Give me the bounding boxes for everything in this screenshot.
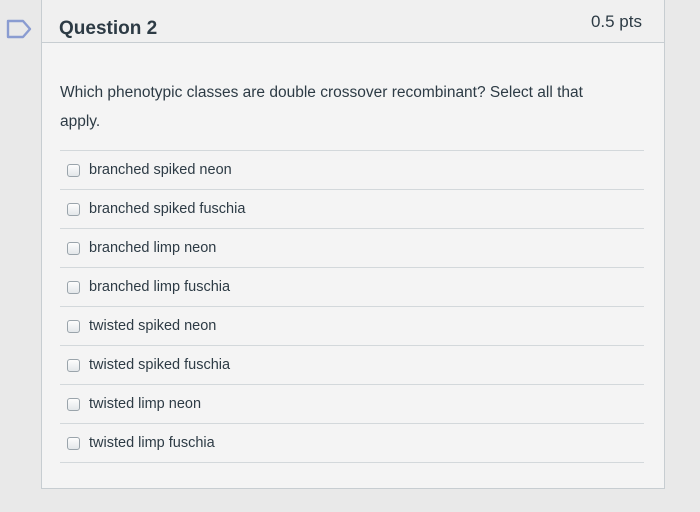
checkbox[interactable]: [67, 163, 80, 177]
checkbox[interactable]: [67, 358, 80, 372]
checkbox[interactable]: [67, 202, 80, 216]
answer-label: twisted spiked neon: [89, 318, 217, 334]
answer-label: twisted spiked fuschia: [89, 357, 231, 373]
checkbox[interactable]: [67, 241, 80, 255]
answer-option[interactable]: branched limp neon: [60, 229, 644, 268]
answer-list: branched spiked neon branched spiked fus…: [60, 150, 644, 463]
question-card: Question 2 0.5 pts Which phenotypic clas…: [41, 0, 665, 489]
answer-option[interactable]: branched spiked neon: [60, 151, 644, 190]
answer-label: twisted limp fuschia: [89, 435, 215, 451]
answer-label: branched limp neon: [89, 240, 217, 256]
checkbox[interactable]: [67, 397, 80, 411]
question-text: Which phenotypic classes are double cros…: [60, 84, 583, 130]
answer-option[interactable]: branched limp fuschia: [60, 268, 644, 307]
checkbox[interactable]: [67, 319, 80, 333]
answer-option[interactable]: twisted spiked neon: [60, 307, 644, 346]
checkbox[interactable]: [67, 280, 80, 294]
question-points: 0.5 pts: [590, 12, 642, 31]
checkbox[interactable]: [67, 436, 80, 450]
answer-label: branched limp fuschia: [89, 279, 231, 295]
quiz-page: Question 2 0.5 pts Which phenotypic clas…: [0, 0, 700, 512]
answer-option[interactable]: twisted limp neon: [60, 385, 644, 424]
answer-option[interactable]: twisted limp fuschia: [60, 424, 644, 463]
answer-label: branched spiked neon: [89, 162, 232, 178]
answer-label: twisted limp neon: [89, 396, 202, 412]
answer-option[interactable]: twisted spiked fuschia: [60, 346, 644, 385]
answer-label: branched spiked fuschia: [89, 201, 246, 217]
question-title: Question 2: [59, 18, 158, 39]
answer-option[interactable]: branched spiked fuschia: [60, 190, 644, 229]
question-header: Question 2 0.5 pts: [42, 0, 664, 43]
flag-question-icon[interactable]: [6, 19, 32, 39]
